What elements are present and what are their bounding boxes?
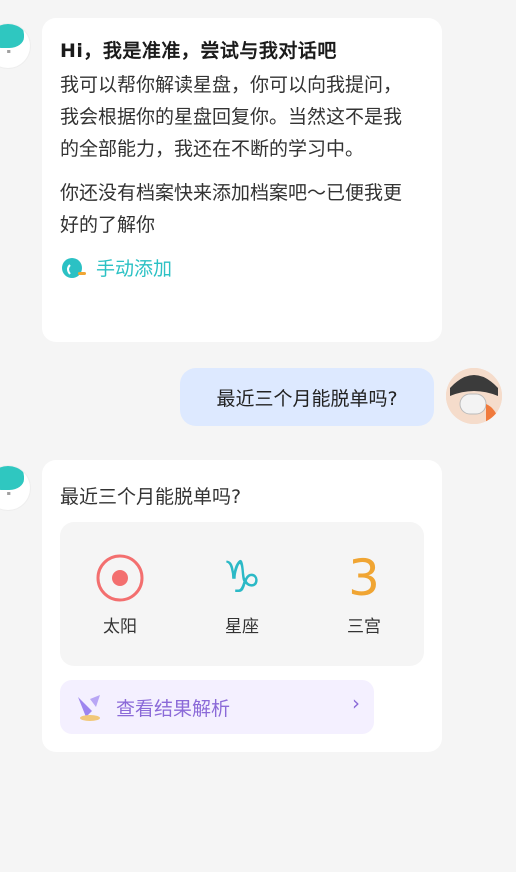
user-avatar[interactable] bbox=[446, 368, 502, 424]
user-message-bubble: 最近三个月能脱单吗? bbox=[180, 368, 434, 426]
greeting-paragraph-1: 我可以帮你解读星盘，你可以向我提问，我会根据你的星盘回复你。当然这不是我的全部能… bbox=[60, 74, 403, 160]
chevron-right-icon: › bbox=[352, 691, 360, 715]
house-number: 3 bbox=[348, 549, 380, 607]
answer-question: 最近三个月能脱单吗? bbox=[60, 486, 242, 508]
stat-sign: ♑ 星座 bbox=[187, 552, 297, 637]
greeting-card: Hi，我是准准，尝试与我对话吧 我可以帮你解读星盘，你可以向我提问，我会根据你的… bbox=[42, 18, 442, 342]
greeting-title: Hi，我是准准，尝试与我对话吧 bbox=[60, 40, 337, 62]
user-message-text: 最近三个月能脱单吗? bbox=[216, 387, 398, 410]
capricorn-icon: ♑ bbox=[222, 552, 262, 603]
stat-sun-label: 太阳 bbox=[103, 617, 137, 637]
manual-add-label: 手动添加 bbox=[96, 257, 173, 280]
hand-icon bbox=[62, 258, 86, 278]
answer-card: 最近三个月能脱单吗? 太阳 ♑ 星座 3 三宫 查看结果解析 › bbox=[42, 460, 442, 752]
greeting-paragraph-2: 你还没有档案快来添加档案吧～已便我更好的了解你 bbox=[60, 182, 403, 236]
bot-avatar: ˭ bbox=[0, 24, 30, 68]
view-result-button[interactable]: 查看结果解析 › bbox=[60, 680, 374, 734]
view-result-label: 查看结果解析 bbox=[116, 697, 231, 720]
stat-house-label: 三宫 bbox=[347, 617, 381, 637]
manual-add-button[interactable]: 手动添加 bbox=[60, 253, 424, 281]
stat-sign-label: 星座 bbox=[225, 617, 259, 637]
stat-sun: 太阳 bbox=[65, 552, 175, 637]
astro-panel: 太阳 ♑ 星座 3 三宫 bbox=[60, 522, 424, 666]
stat-house: 3 三宫 bbox=[309, 552, 419, 637]
crystal-icon bbox=[78, 695, 100, 721]
bot-avatar: ˭ bbox=[0, 466, 30, 510]
sun-icon bbox=[96, 554, 144, 602]
user-avatar-image bbox=[446, 368, 502, 424]
